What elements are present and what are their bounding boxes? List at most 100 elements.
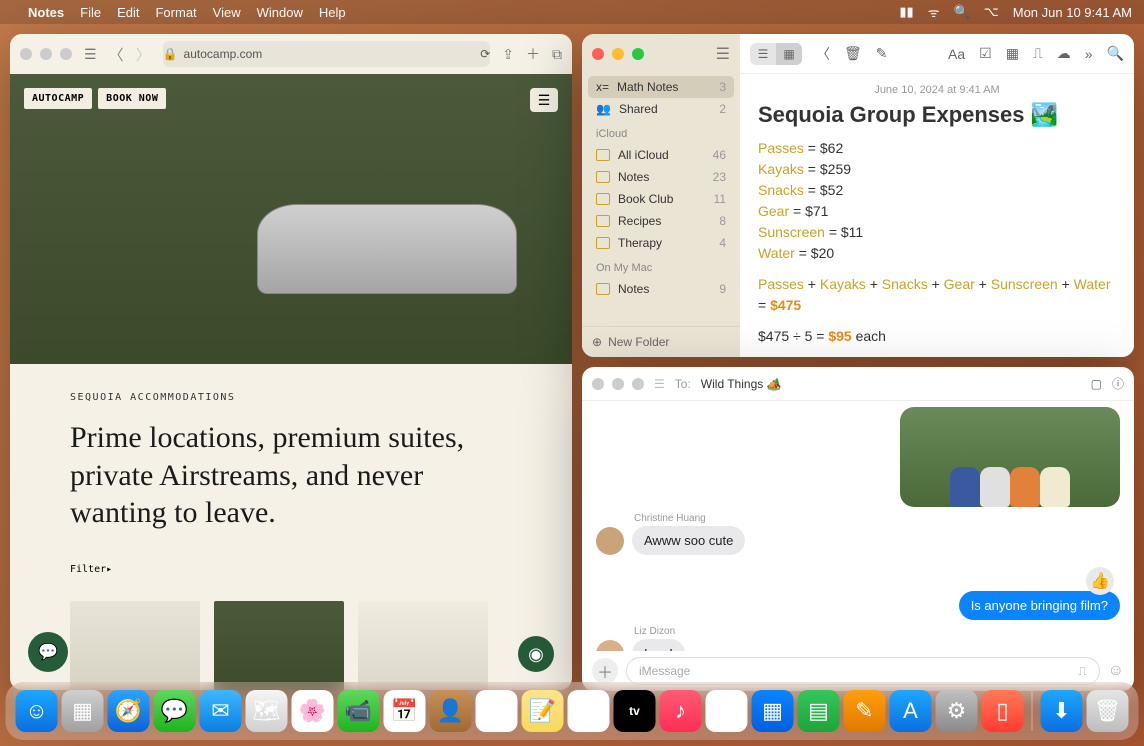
traffic-lights[interactable] xyxy=(592,48,644,60)
facetime-icon[interactable]: ▢ xyxy=(1091,377,1102,391)
tabs-icon[interactable]: ⧉ xyxy=(552,46,562,63)
dock-pages-icon[interactable]: ✎ xyxy=(844,690,886,732)
dock-mail-icon[interactable]: ✉ xyxy=(200,690,242,732)
dock-settings-icon[interactable]: ⚙ xyxy=(936,690,978,732)
compose-icon[interactable]: ✎ xyxy=(876,45,888,62)
view-switcher[interactable]: ☰ ▦ xyxy=(750,43,802,65)
more-icon[interactable]: » xyxy=(1085,46,1093,62)
dock-notes-icon[interactable]: 📝 xyxy=(522,690,564,732)
sidebar-item-notes[interactable]: Notes9 xyxy=(588,278,734,300)
sidebar-toggle-icon[interactable]: ☰ xyxy=(716,44,730,64)
dock-numbers-icon[interactable]: ▤ xyxy=(798,690,840,732)
emoji-icon[interactable]: ☺ xyxy=(1108,662,1124,680)
dock-contacts-icon[interactable]: 👤 xyxy=(430,690,472,732)
thumb-3[interactable] xyxy=(358,601,488,691)
sidebar-item-shared[interactable]: 👥Shared2 xyxy=(588,98,734,120)
dock-maps-icon[interactable]: 🗺 xyxy=(246,690,288,732)
dock-music-icon[interactable]: ♪ xyxy=(660,690,702,732)
note-line: Kayaks = $259 xyxy=(758,159,1116,180)
battery-icon[interactable]: ▮▮ xyxy=(899,4,913,20)
thumb-1[interactable] xyxy=(70,601,200,691)
conversation[interactable]: Christine Huang Awww soo cute 👍 Is anyon… xyxy=(582,401,1134,651)
sidebar-item-notes[interactable]: Notes23 xyxy=(588,166,734,188)
note-body[interactable]: June 10, 2024 at 9:41 AM Sequoia Group E… xyxy=(740,74,1134,357)
link-icon[interactable]: ☁ xyxy=(1057,45,1071,62)
forward-button[interactable]: 〉 xyxy=(136,44,151,65)
menu-file[interactable]: File xyxy=(80,5,101,20)
sidebar-item-therapy[interactable]: Therapy4 xyxy=(588,232,734,254)
table-icon[interactable]: ▦ xyxy=(1006,45,1019,62)
lock-icon: 🔒 xyxy=(163,47,178,61)
traffic-lights[interactable] xyxy=(592,378,644,390)
avatar[interactable] xyxy=(596,640,624,651)
dock-keynote-icon[interactable]: ▦ xyxy=(752,690,794,732)
new-tab-icon[interactable]: ＋ xyxy=(526,44,540,64)
info-icon[interactable]: ⓘ xyxy=(1112,375,1124,392)
back-button[interactable]: 〈 xyxy=(109,44,124,65)
back-icon[interactable]: 〈 xyxy=(816,44,830,64)
reload-icon[interactable]: ⟳ xyxy=(480,47,490,61)
dock-appstore-icon[interactable]: A xyxy=(890,690,932,732)
wifi-icon[interactable]: ᯤ xyxy=(928,3,940,21)
notes-window: ☰ x=Math Notes3👥Shared2iCloudAll iCloud4… xyxy=(582,34,1134,357)
text-style-icon[interactable]: Aa xyxy=(948,46,965,62)
sidebar-item-recipes[interactable]: Recipes8 xyxy=(588,210,734,232)
trash-icon[interactable]: 🗑 xyxy=(844,45,862,62)
incoming-bubble[interactable]: Awww soo cute xyxy=(632,526,745,555)
outgoing-bubble[interactable]: Is anyone bringing film? xyxy=(959,591,1120,620)
to-value[interactable]: Wild Things 🏕️ xyxy=(701,377,782,391)
menu-window[interactable]: Window xyxy=(257,5,303,20)
waveform-icon[interactable]: ⎍ xyxy=(1078,664,1086,679)
control-center-icon[interactable]: ⌥ xyxy=(984,4,999,20)
headline: Prime locations, premium suites, private… xyxy=(70,419,512,532)
dock-safari-icon[interactable]: 🧭 xyxy=(108,690,150,732)
dock-trash-icon[interactable]: 🗑 xyxy=(1087,690,1129,732)
message-input[interactable]: iMessage ⎍ xyxy=(626,657,1100,685)
checklist-icon[interactable]: ☑ xyxy=(979,45,992,62)
audio-icon[interactable]: ⎍ xyxy=(1033,45,1043,62)
app-menu[interactable]: Notes xyxy=(28,5,64,20)
incoming-bubble[interactable]: I am! xyxy=(632,639,685,651)
tapback-reaction[interactable]: 👍 xyxy=(1086,567,1114,595)
sidebar-item-book-club[interactable]: Book Club11 xyxy=(588,188,734,210)
share-icon[interactable]: ⇪ xyxy=(502,46,514,63)
accessibility-fab-icon[interactable]: ◉ xyxy=(518,636,554,672)
dock-finder-icon[interactable]: ☺ xyxy=(16,690,58,732)
menu-view[interactable]: View xyxy=(213,5,241,20)
apps-plus-button[interactable]: ＋ xyxy=(592,658,618,684)
hamburger-icon[interactable]: ☰ xyxy=(530,88,558,112)
dock-launchpad-icon[interactable]: ▦ xyxy=(62,690,104,732)
menu-format[interactable]: Format xyxy=(155,5,196,20)
clock[interactable]: Mon Jun 10 9:41 AM xyxy=(1013,5,1132,20)
photo-message[interactable] xyxy=(900,407,1120,507)
sidebar-item-all-icloud[interactable]: All iCloud46 xyxy=(588,144,734,166)
address-bar[interactable]: 🔒 autocamp.com ⟳ xyxy=(163,41,491,67)
dock-facetime-icon[interactable]: 📹 xyxy=(338,690,380,732)
spotlight-icon[interactable]: 🔍 xyxy=(954,4,970,20)
new-folder-button[interactable]: ⊕ New Folder xyxy=(582,326,740,357)
dock-downloads-icon[interactable]: ⬇ xyxy=(1041,690,1083,732)
dock-photos-icon[interactable]: 🌸 xyxy=(292,690,334,732)
search-icon[interactable]: 🔍 xyxy=(1107,45,1124,62)
sender-label: Christine Huang xyxy=(634,513,1120,524)
chat-fab-icon[interactable]: 💬 xyxy=(28,632,68,672)
menu-edit[interactable]: Edit xyxy=(117,5,139,20)
dock-tv-icon[interactable]: tv xyxy=(614,690,656,732)
sidebar-toggle-icon[interactable]: ☰ xyxy=(84,46,97,63)
avatar[interactable] xyxy=(596,527,624,555)
sidebar-toggle-icon[interactable]: ☰ xyxy=(654,377,665,391)
dock-iphone-mirror-icon[interactable]: ▯ xyxy=(982,690,1024,732)
thumb-2[interactable] xyxy=(214,601,344,691)
dock-reminders-icon[interactable]: ☰ xyxy=(476,690,518,732)
menu-help[interactable]: Help xyxy=(319,5,346,20)
dock-news-icon[interactable]: N xyxy=(706,690,748,732)
dock-calendar-icon[interactable]: 📅 xyxy=(384,690,426,732)
traffic-lights[interactable] xyxy=(20,48,72,60)
book-now-button[interactable]: BOOK NOW xyxy=(98,88,166,109)
filter-button[interactable]: Filter▸ xyxy=(70,564,512,575)
dock-freeform-icon[interactable]: ✎ xyxy=(568,690,610,732)
site-logo[interactable]: AUTOCAMP xyxy=(24,88,92,109)
dock-messages-icon[interactable]: 💬 xyxy=(154,690,196,732)
messages-toolbar: ☰ To: Wild Things 🏕️ ▢ ⓘ xyxy=(582,367,1134,401)
sidebar-item-math-notes[interactable]: x=Math Notes3 xyxy=(588,76,734,98)
